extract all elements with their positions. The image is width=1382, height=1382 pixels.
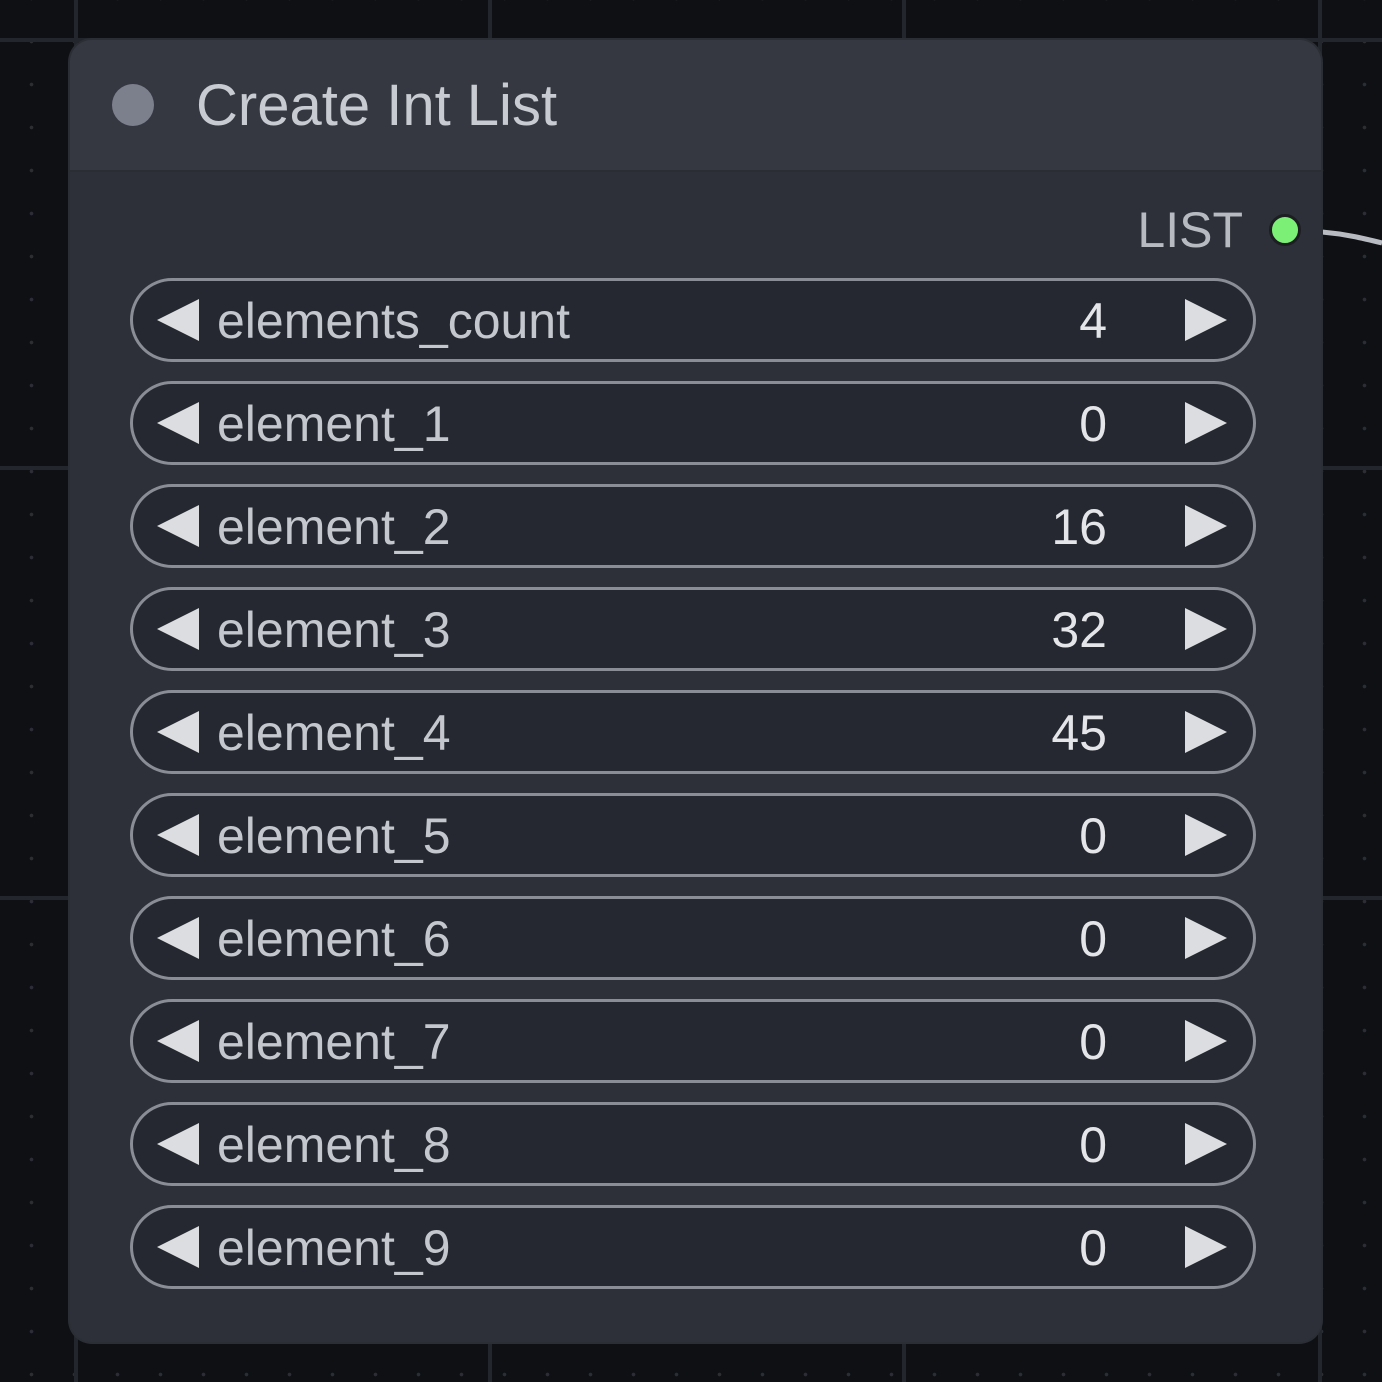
- widget-label: element_5: [217, 808, 451, 864]
- widget-label: elements_count: [217, 293, 571, 349]
- collapse-dot-icon[interactable]: [112, 84, 154, 126]
- widget-value[interactable]: 0: [1079, 810, 1107, 862]
- widget-value[interactable]: 0: [1079, 398, 1107, 450]
- widget-elements-count[interactable]: elements_count 4: [130, 278, 1256, 362]
- triangle-left-icon[interactable]: [157, 1123, 199, 1165]
- triangle-left-icon[interactable]: [157, 711, 199, 753]
- triangle-left-icon[interactable]: [157, 299, 199, 341]
- widget-element-2[interactable]: element_2 16: [130, 484, 1256, 568]
- widget-label: element_4: [217, 705, 451, 761]
- triangle-right-icon[interactable]: [1185, 711, 1227, 753]
- widget-value[interactable]: 4: [1079, 295, 1107, 347]
- widget-value[interactable]: 0: [1079, 1222, 1107, 1274]
- triangle-right-icon[interactable]: [1185, 299, 1227, 341]
- triangle-right-icon[interactable]: [1185, 1123, 1227, 1165]
- widget-label: element_2: [217, 499, 451, 555]
- widget-value[interactable]: 0: [1079, 1119, 1107, 1171]
- triangle-left-icon[interactable]: [157, 1020, 199, 1062]
- widget-element-1[interactable]: element_1 0: [130, 381, 1256, 465]
- widget-element-9[interactable]: element_9 0: [130, 1205, 1256, 1289]
- triangle-left-icon[interactable]: [157, 1226, 199, 1268]
- widget-element-5[interactable]: element_5 0: [130, 793, 1256, 877]
- widget-element-3[interactable]: element_3 32: [130, 587, 1256, 671]
- widget-value[interactable]: 45: [1051, 707, 1107, 759]
- triangle-right-icon[interactable]: [1185, 1020, 1227, 1062]
- triangle-right-icon[interactable]: [1185, 1226, 1227, 1268]
- widget-element-4[interactable]: element_4 45: [130, 690, 1256, 774]
- triangle-right-icon[interactable]: [1185, 608, 1227, 650]
- output-label: LIST: [1137, 202, 1243, 258]
- output-list: LIST: [1137, 202, 1301, 258]
- widget-label: element_3: [217, 602, 451, 658]
- node-header[interactable]: Create Int List: [70, 40, 1321, 172]
- widget-element-7[interactable]: element_7 0: [130, 999, 1256, 1083]
- output-slot-icon[interactable]: [1269, 214, 1301, 246]
- widget-element-6[interactable]: element_6 0: [130, 896, 1256, 980]
- triangle-left-icon[interactable]: [157, 917, 199, 959]
- widget-list: elements_count 4 element_1 0 element_2 1…: [130, 278, 1256, 1308]
- widget-label: element_9: [217, 1220, 451, 1276]
- node-title: Create Int List: [196, 73, 558, 138]
- triangle-right-icon[interactable]: [1185, 917, 1227, 959]
- triangle-right-icon[interactable]: [1185, 814, 1227, 856]
- widget-element-8[interactable]: element_8 0: [130, 1102, 1256, 1186]
- widget-label: element_8: [217, 1117, 451, 1173]
- widget-value[interactable]: 0: [1079, 1016, 1107, 1068]
- widget-value[interactable]: 16: [1051, 501, 1107, 553]
- widget-label: element_6: [217, 911, 451, 967]
- triangle-right-icon[interactable]: [1185, 505, 1227, 547]
- triangle-left-icon[interactable]: [157, 505, 199, 547]
- triangle-left-icon[interactable]: [157, 608, 199, 650]
- widget-value[interactable]: 0: [1079, 913, 1107, 965]
- triangle-right-icon[interactable]: [1185, 402, 1227, 444]
- widget-label: element_1: [217, 396, 451, 452]
- triangle-left-icon[interactable]: [157, 814, 199, 856]
- widget-value[interactable]: 32: [1051, 604, 1107, 656]
- triangle-left-icon[interactable]: [157, 402, 199, 444]
- widget-label: element_7: [217, 1014, 451, 1070]
- node-create-int-list[interactable]: Create Int List LIST elements_count 4 el…: [70, 40, 1321, 1342]
- graph-canvas[interactable]: Create Int List LIST elements_count 4 el…: [0, 0, 1382, 1382]
